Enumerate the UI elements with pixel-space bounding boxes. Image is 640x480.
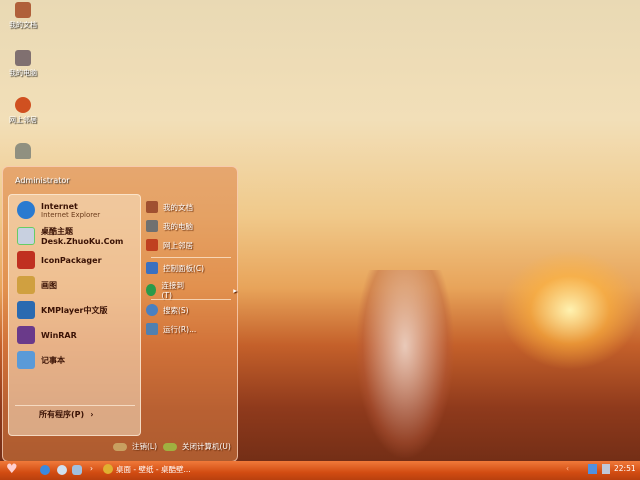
menu-item-connect-to[interactable]: 连接到(T) ▸ (146, 280, 237, 300)
menu-item-my-computer[interactable]: 我的电脑 (146, 220, 193, 232)
menu-item-run[interactable]: 运行(R)... (146, 323, 196, 335)
network-tray-icon[interactable] (588, 464, 597, 474)
menu-item-notepad[interactable]: 记事本 (17, 351, 65, 369)
divider (151, 257, 231, 258)
control-panel-icon (146, 262, 158, 274)
logoff-icon (113, 442, 127, 451)
ie-icon (17, 201, 35, 219)
my-computer-icon (146, 220, 158, 232)
menu-item-paint[interactable]: 画图 (17, 276, 57, 294)
iconpackager-icon (17, 251, 35, 269)
zhuoku-icon (17, 227, 35, 245)
paint-icon (17, 276, 35, 294)
volume-tray-icon[interactable] (602, 464, 610, 474)
network-icon (146, 239, 158, 251)
desktop-icon-my-computer[interactable]: 我的电脑 (4, 50, 42, 78)
start-menu: Administrator Internet Internet Explorer … (2, 166, 238, 462)
kmplayer-icon (17, 301, 35, 319)
my-documents-icon (146, 201, 158, 213)
ie-quicklaunch-icon[interactable] (40, 465, 50, 475)
winrar-icon (17, 326, 35, 344)
menu-item-search[interactable]: 搜索(S) (146, 304, 189, 316)
start-button-heart-icon[interactable]: ♥ (6, 462, 18, 477)
browser-icon (103, 464, 113, 474)
menu-item-control-panel[interactable]: 控制面板(C) (146, 262, 204, 274)
menu-item-zhuoku[interactable]: 桌酷主题 Desk.ZhuoKu.Com (17, 226, 123, 246)
taskbar-task-button[interactable]: 桌面 - 壁纸 - 桌酷壁... (103, 464, 191, 475)
quicklaunch-expand-icon[interactable]: › (90, 464, 93, 473)
search-icon (146, 304, 158, 316)
user-name: Administrator (15, 176, 70, 185)
desktop-icon-recycle-bin[interactable] (4, 143, 42, 161)
divider (15, 405, 135, 406)
desktop-icon-my-documents[interactable]: 我的文档 (4, 2, 42, 30)
my-computer-icon (15, 50, 31, 66)
divider (151, 299, 231, 300)
recycle-bin-icon (15, 143, 31, 159)
menu-item-my-documents[interactable]: 我的文档 (146, 201, 193, 213)
my-documents-icon (15, 2, 31, 18)
desktop-quicklaunch-icon[interactable] (72, 465, 82, 475)
clock[interactable]: 22:51 (614, 464, 636, 473)
media-quicklaunch-icon[interactable] (57, 465, 67, 475)
arrow-right-icon: › (90, 410, 94, 419)
logoff-button[interactable]: 注销(L) (113, 441, 157, 452)
menu-item-kmplayer[interactable]: KMPlayer中文版 (17, 301, 108, 319)
start-menu-left-pane: Internet Internet Explorer 桌酷主题 Desk.ZhuoK… (8, 194, 141, 436)
tray-expand-icon[interactable]: ‹ (566, 464, 569, 473)
menu-item-iconpackager[interactable]: IconPackager (17, 251, 102, 269)
arrow-right-icon: ▸ (233, 285, 237, 295)
notepad-icon (17, 351, 35, 369)
wallpaper-figure (355, 270, 455, 460)
shutdown-button[interactable]: 关闭计算机(U) (163, 441, 231, 452)
menu-item-winrar[interactable]: WinRAR (17, 326, 77, 344)
shutdown-icon (163, 442, 177, 451)
all-programs-button[interactable]: 所有程序(P) › (39, 409, 93, 420)
run-icon (146, 323, 158, 335)
menu-item-internet[interactable]: Internet Internet Explorer (17, 201, 100, 219)
connect-icon (146, 284, 157, 296)
menu-item-network[interactable]: 网上邻居 (146, 239, 193, 251)
desktop-icon-network[interactable]: 网上邻居 (4, 97, 42, 125)
network-icon (15, 97, 31, 113)
taskbar: ♥ › 桌面 - 壁纸 - 桌酷壁... ‹ 22:51 (0, 461, 640, 480)
wallpaper-sun (500, 250, 640, 370)
